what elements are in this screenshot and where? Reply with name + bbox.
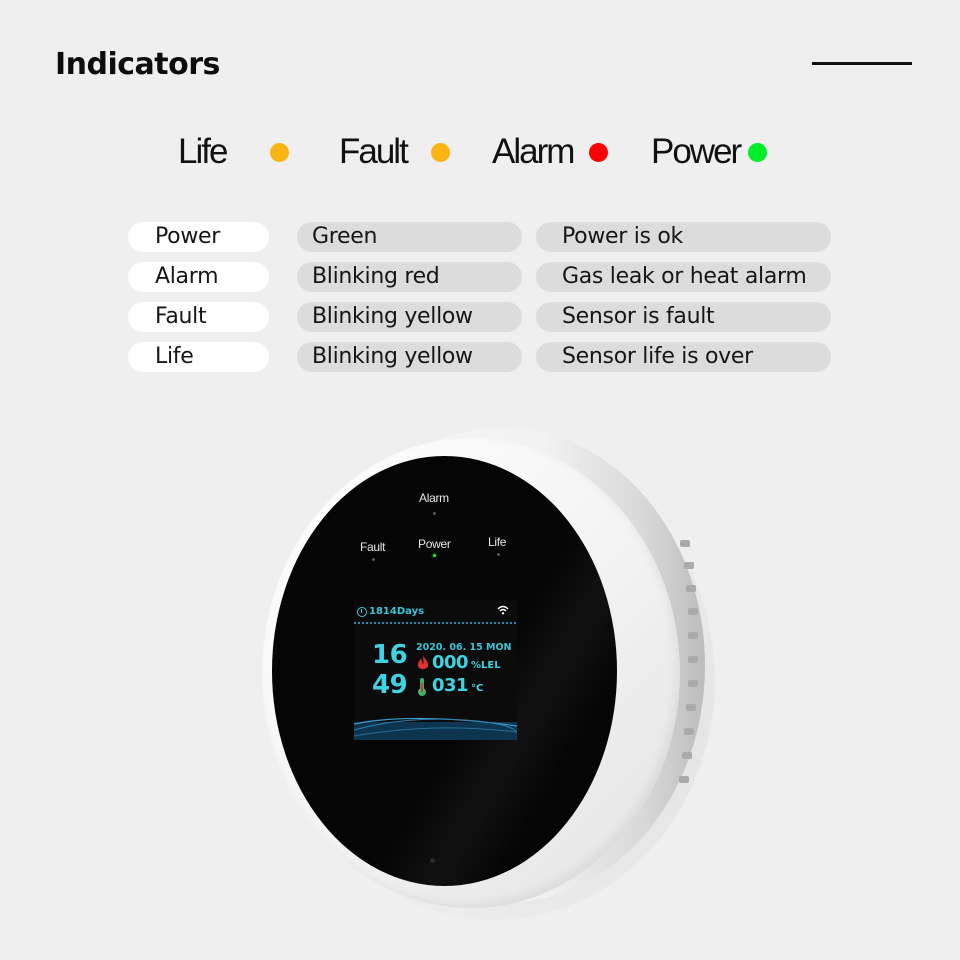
legend-label: Alarm (492, 132, 575, 171)
meaning-cell: Power is ok (536, 222, 831, 252)
indicator-cell: Life (128, 342, 269, 372)
legend-item-life: Life (178, 132, 290, 172)
gas-unit: %LEL (471, 660, 501, 671)
clock-icon (357, 606, 367, 617)
lcd-screen: 1814Days 16 49 2020. 06. 15 MON 000 %LEL… (354, 600, 517, 740)
wave-graphic (354, 717, 517, 740)
indicator-cell: Power (128, 222, 269, 252)
fault-led (372, 558, 375, 561)
power-indicator-dot (748, 142, 768, 162)
state-cell: Green (297, 222, 522, 252)
dotted-divider (354, 622, 517, 624)
time-minute: 49 (372, 670, 408, 700)
alarm-indicator-dot (589, 142, 609, 162)
flame-icon (417, 655, 429, 675)
legend-item-power: Power (651, 132, 768, 172)
indicator-cell: Fault (128, 302, 269, 332)
light-sensor (430, 858, 435, 863)
title-rule (812, 62, 912, 65)
led-label-alarm: Alarm (419, 491, 449, 505)
temp-value: 031 (432, 675, 469, 696)
legend-item-fault: Fault (339, 132, 450, 172)
meaning-cell: Sensor is fault (536, 302, 831, 332)
led-label-life: Life (488, 535, 507, 549)
wifi-icon (497, 605, 509, 618)
power-led (433, 554, 436, 557)
legend-item-alarm: Alarm (492, 132, 609, 172)
days-value: 1814Days (369, 606, 425, 617)
alarm-led (433, 512, 436, 515)
led-label-fault: Fault (360, 540, 386, 554)
days-readout: 1814Days (357, 606, 424, 617)
led-label-power: Power (418, 537, 451, 551)
indicator-legend: Life Fault Alarm Power (0, 128, 960, 178)
state-cell: Blinking yellow (297, 342, 522, 372)
fault-indicator-dot (430, 142, 450, 162)
legend-label: Life (178, 132, 228, 171)
meaning-cell: Gas leak or heat alarm (536, 262, 831, 292)
temp-unit: °C (471, 683, 484, 694)
meaning-cell: Sensor life is over (536, 342, 831, 372)
state-cell: Blinking yellow (297, 302, 522, 332)
life-indicator-dot (270, 142, 290, 162)
page-title: Indicators (55, 47, 220, 82)
indicator-cell: Alarm (128, 262, 269, 292)
state-cell: Blinking red (297, 262, 522, 292)
time-hour: 16 (372, 640, 408, 670)
legend-label: Power (651, 132, 742, 171)
thermometer-icon (418, 678, 426, 696)
life-led (497, 553, 500, 556)
gas-value: 000 (432, 652, 469, 673)
legend-label: Fault (339, 132, 409, 171)
